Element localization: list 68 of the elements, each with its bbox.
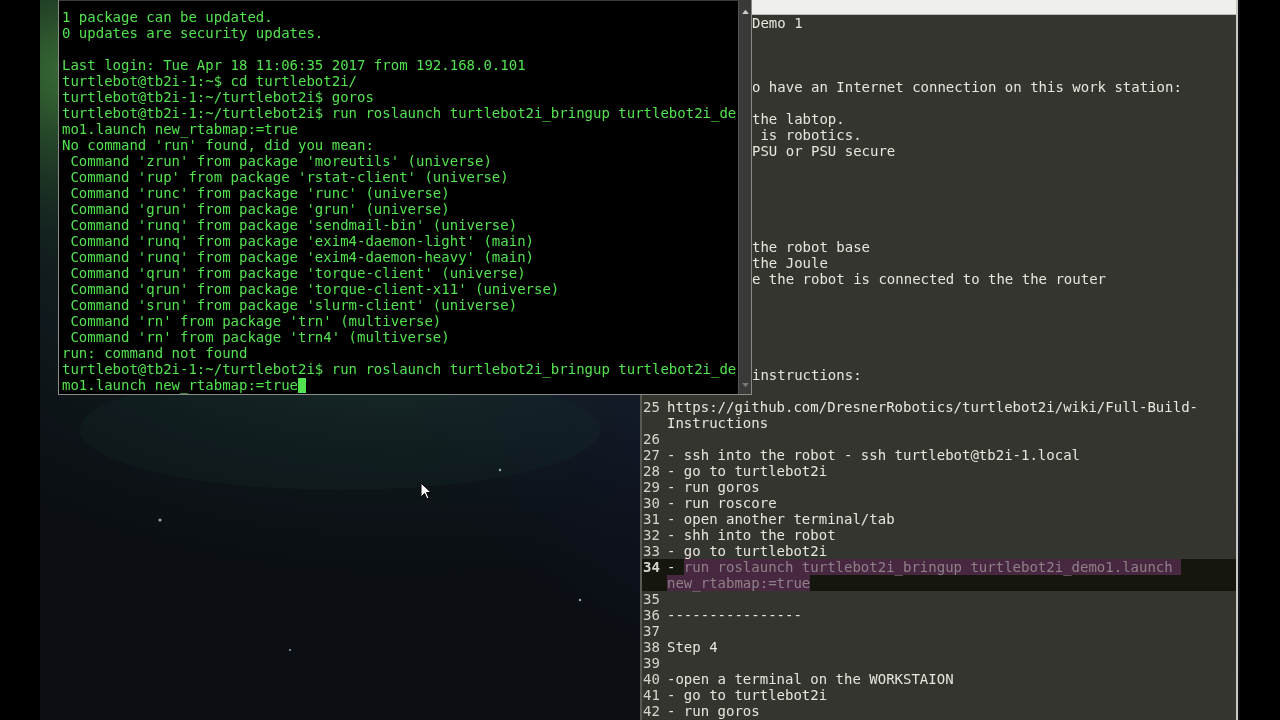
line-number: 35 [642, 591, 661, 607]
terminal-line: Last login: Tue Apr 18 11:06:35 2017 from 192.168.0.101 [62, 57, 527, 73]
editor-line: Step 4 [667, 639, 719, 655]
editor-line: - run roscore [667, 495, 778, 511]
line-number: 26 [642, 431, 661, 447]
scroll-down-icon[interactable] [741, 383, 749, 388]
text-cursor [298, 378, 306, 393]
line-number: 34 [642, 559, 661, 577]
editor-line: - shh into the robot [667, 527, 837, 543]
terminal-line: Command 'qrun' from package 'torque-client' (universe) [69, 265, 527, 281]
terminal-line: Command 'qrun' from package 'torque-client-x11' (universe) [69, 281, 561, 297]
line-number: 40 [642, 671, 661, 687]
editor-line: the labtop. [752, 111, 845, 127]
terminal-line: Command 'rn' from package 'trn4' (multiverse) [69, 329, 451, 345]
terminal-line: Command 'runc' from package 'runc' (universe) [69, 185, 451, 201]
editor-line: ---------------- [667, 607, 803, 623]
scrollbar[interactable] [738, 1, 751, 394]
terminal-line: Command 'grun' from package 'grun' (universe) [69, 201, 451, 217]
editor-line: the robot base [752, 239, 870, 255]
editor-line: is robotics. [759, 127, 862, 143]
terminal-line: Command 'runq' from package 'exim4-daemon-light' (main) [69, 233, 535, 249]
line-number: 36 [642, 607, 661, 623]
scroll-up-icon[interactable] [741, 9, 749, 14]
terminal-line: Command 'zrun' from package 'moreutils' (universe) [69, 153, 493, 169]
terminal-line: Command 'runq' from package 'exim4-daemon-heavy' (main) [69, 249, 535, 265]
terminal-line: Command 'runq' from package 'sendmail-bin' (universe) [69, 217, 519, 233]
editor-line: - go to turtlebot2i [667, 543, 829, 559]
line-number: 42 [642, 703, 661, 719]
line-number: 30 [642, 495, 661, 511]
line-number: 37 [642, 623, 661, 639]
editor-line: e the robot is connected to the the router [752, 271, 1106, 287]
editor-line: https://github.com/DresnerRobotics/turtlebot2i/wiki/Full-Build-Instructions [667, 399, 1199, 431]
terminal-line: turtlebot@tb2i-1:~/turtlebot2i$ run roslaunch turtlebot2i_bringup turtlebot2i_de [62, 361, 738, 377]
editor-line: instructions: [752, 367, 862, 383]
line-number: 33 [642, 543, 661, 559]
editor-line: - run goros [667, 479, 761, 495]
terminal-line: turtlebot@tb2i-1:~/turtlebot2i$ run roslaunch turtlebot2i_bringup turtlebot2i_de [62, 105, 738, 121]
terminal-line: 1 package can be updated. [62, 9, 274, 25]
terminal-line: turtlebot@tb2i-1:~/turtlebot2i$ goros [62, 89, 375, 105]
editor-line: - go to turtlebot2i [667, 463, 829, 479]
terminal-line: mo1.launch new_rtabmap:=true [62, 377, 738, 393]
editor-line: - open another terminal/tab [667, 511, 896, 527]
terminal-line: mo1.launch new_rtabmap:=true [62, 121, 299, 137]
editor-line: o have an Internet connection on this work station: [752, 79, 1182, 95]
line-number: 31 [642, 511, 661, 527]
line-number: 32 [642, 527, 661, 543]
terminal-line: turtlebot@tb2i-1:~$ cd turtlebot2i/ [62, 73, 358, 89]
line-number: 38 [642, 639, 661, 655]
line-number: 41 [642, 687, 661, 703]
terminal-line: Command 'rup' from package 'rstat-client' (universe) [69, 169, 510, 185]
terminal-line: Command 'srun' from package 'slurm-client' (universe) [69, 297, 519, 313]
terminal-line: Command 'rn' from package 'trn' (multiverse) [69, 313, 443, 329]
editor-line: the Joule [752, 255, 828, 271]
line-number: 39 [642, 655, 661, 671]
editor-line: PSU or PSU secure [752, 143, 896, 159]
terminal-line: No command 'run' found, did you mean: [62, 137, 375, 153]
editor-line: - go to turtlebot2i [667, 687, 829, 703]
line-number: 27 [642, 447, 661, 463]
line-number: 28 [642, 463, 661, 479]
terminal-line: 0 updates are security updates. [62, 25, 325, 41]
editor-line: - ssh into the robot - ssh turtlebot@tb2i-1.local [667, 447, 1081, 463]
line-number: 25 [642, 399, 661, 417]
line-number: 29 [642, 479, 661, 495]
editor-line: -open a terminal on the WORKSTAION [667, 671, 955, 687]
terminal-line: run: command not found [62, 345, 249, 361]
editor-line: Demo 1 [752, 15, 803, 31]
editor-line: - run goros [667, 703, 761, 719]
mouse-pointer-icon [420, 482, 432, 500]
